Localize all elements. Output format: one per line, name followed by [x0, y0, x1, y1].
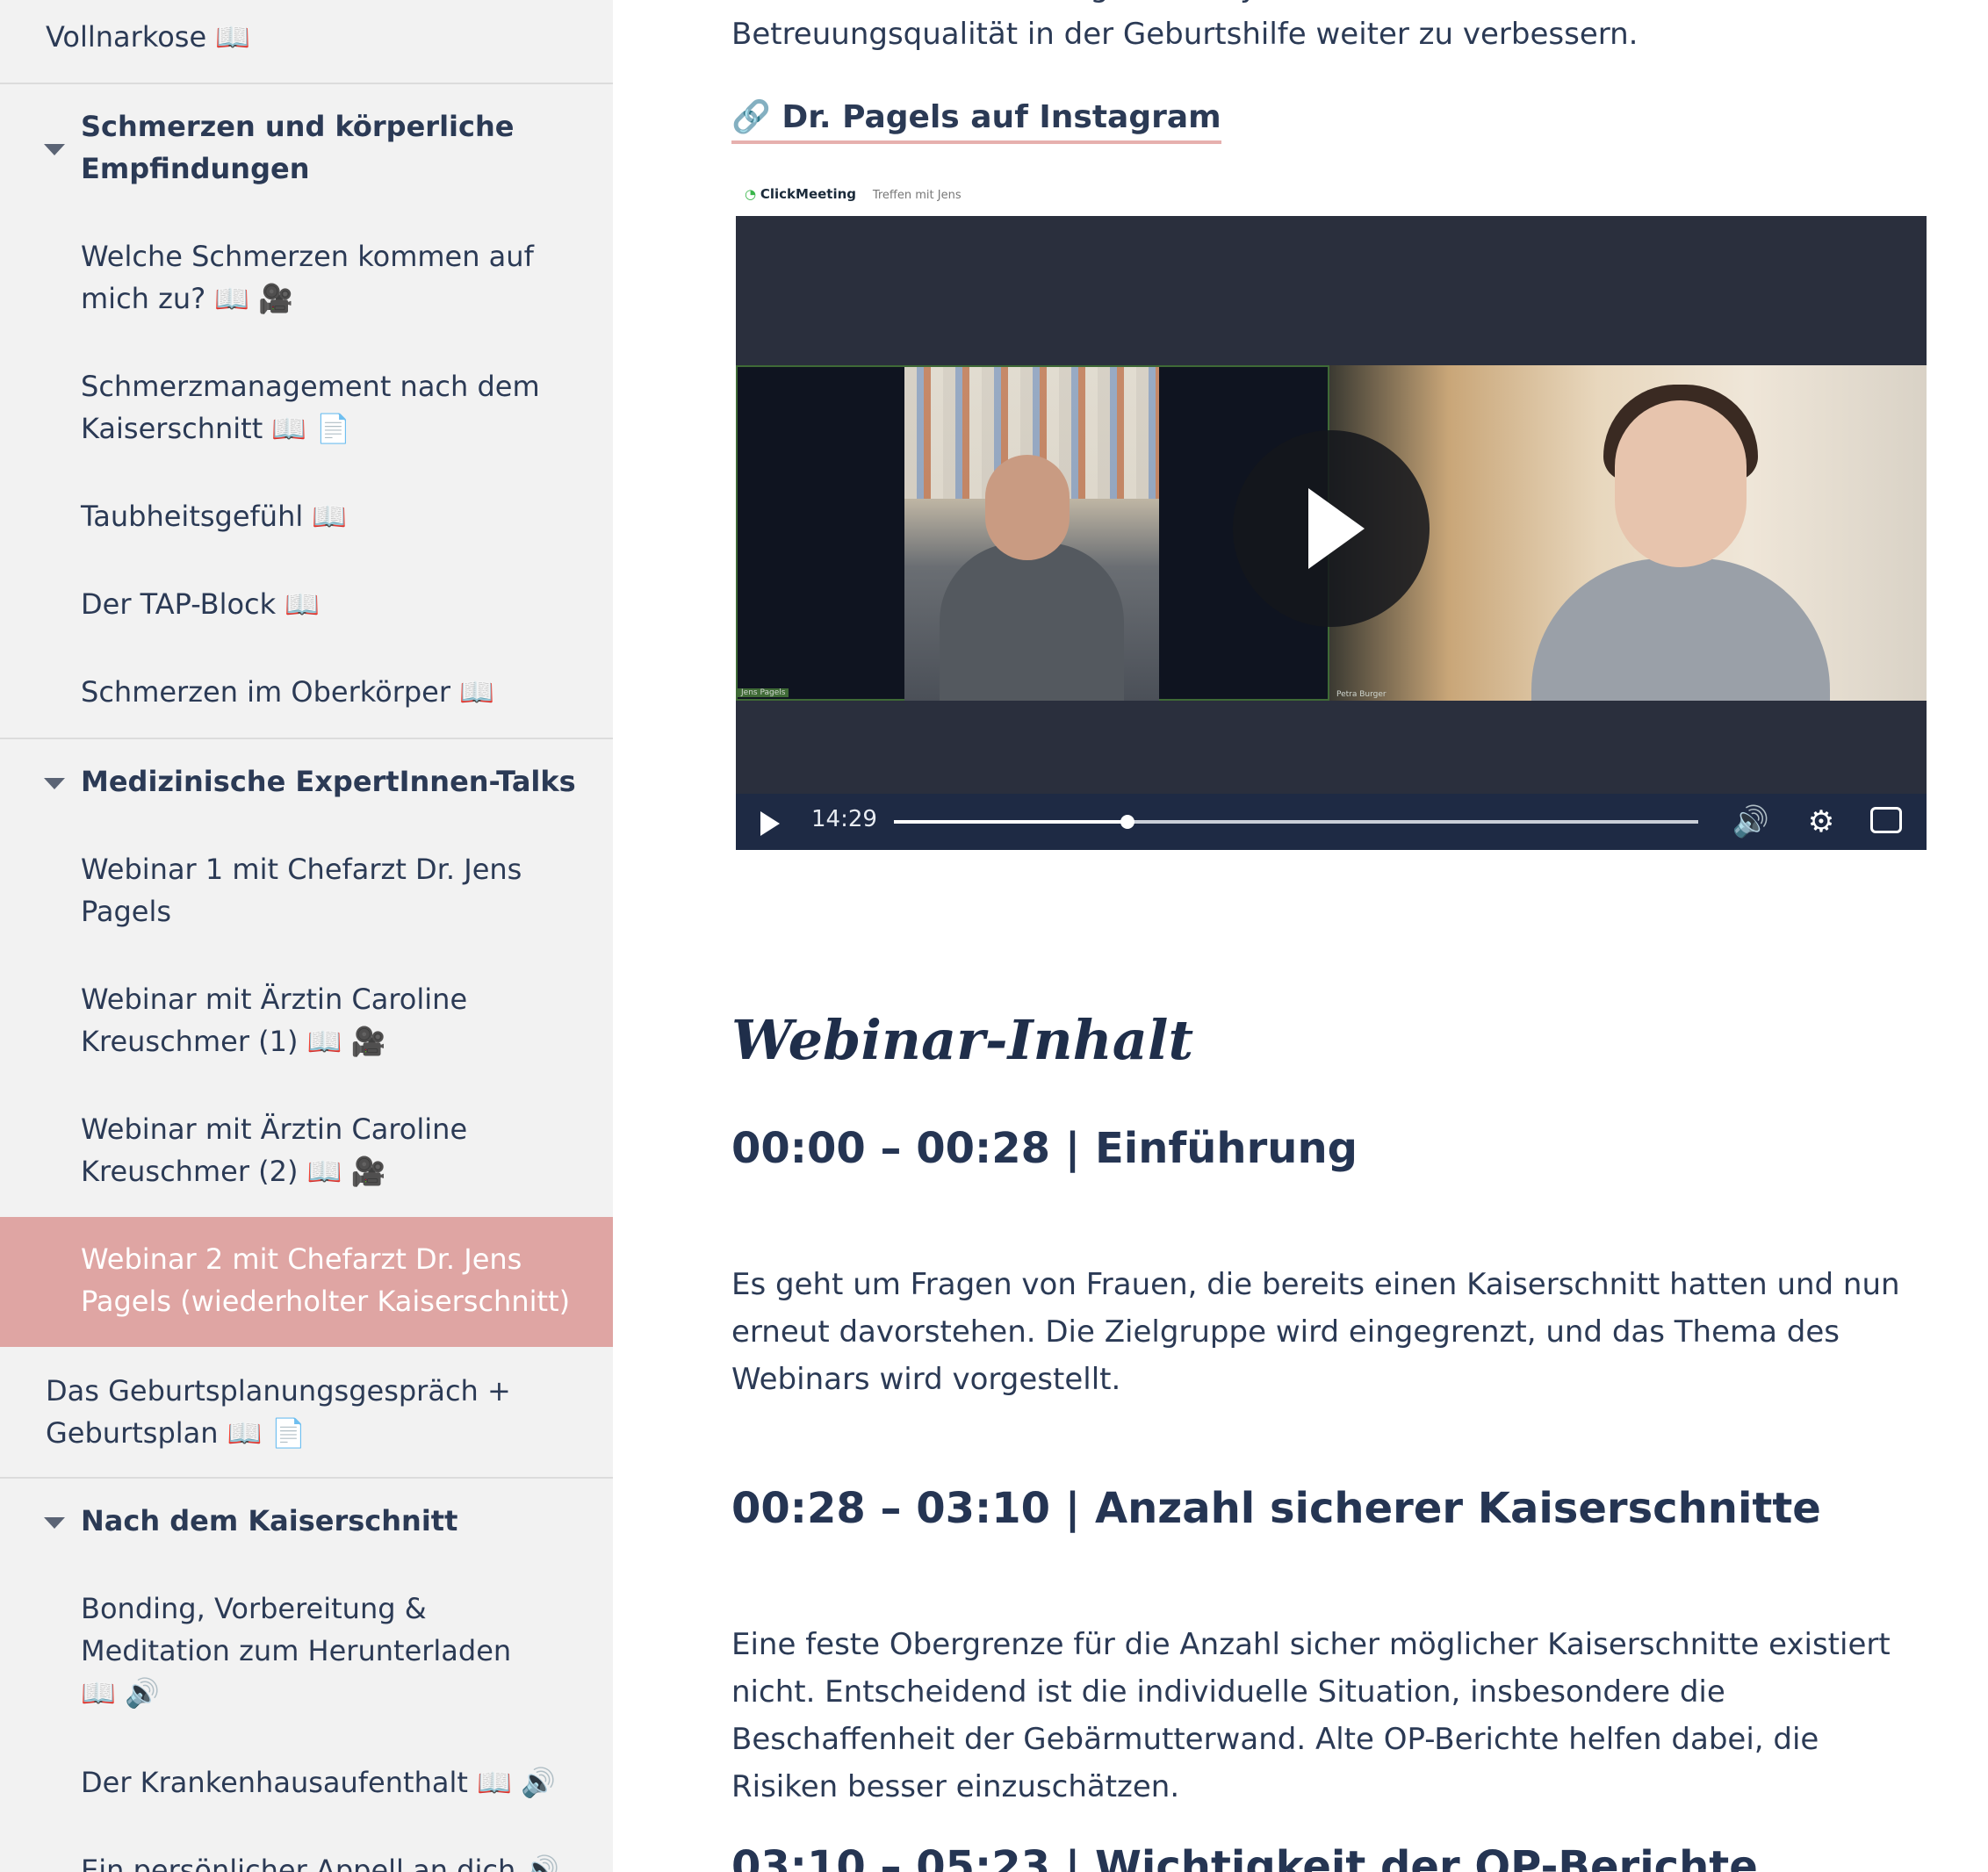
fullscreen-icon[interactable]	[1870, 807, 1902, 833]
section-heading-2: 00:28 – 03:10 | Anzahl sicherer Kaisersc…	[731, 1484, 1821, 1533]
chevron-down-icon	[44, 144, 65, 155]
sidebar-item-oberkoerper[interactable]: Schmerzen im Oberkörper 📖	[0, 671, 613, 713]
sidebar-category-pain[interactable]: Schmerzen und körperliche Empfindungen	[0, 105, 613, 190]
video-player[interactable]: ◔ ClickMeeting Treffen mit Jens Jens Pag…	[736, 176, 1927, 850]
sidebar-item-label: Der Krankenhausaufenthalt 📖 🔊	[81, 1766, 556, 1799]
sidebar-item-tap-block[interactable]: Der TAP-Block 📖	[0, 583, 613, 625]
section-heading-1: 00:00 – 00:28 | Einführung	[731, 1124, 1358, 1173]
sidebar-item-label: Welche Schmerzen kommen auf mich zu? 📖 🎥	[81, 240, 534, 315]
sidebar-item-schmerzen[interactable]: Welche Schmerzen kommen auf mich zu? 📖 🎥	[0, 235, 613, 320]
participant-image	[904, 367, 1159, 701]
progress-bar[interactable]	[894, 815, 1698, 829]
sidebar-item-label: Taubheitsgefühl 📖	[81, 500, 348, 533]
sidebar-item-bonding[interactable]: Bonding, Vorbereitung & Meditation zum H…	[0, 1588, 613, 1714]
sidebar-item-label: Webinar mit Ärztin Caroline Kreuschmer (…	[81, 1112, 468, 1188]
sidebar-item-label: Webinar 2 mit Chefarzt Dr. Jens Pagels (…	[81, 1242, 571, 1318]
sidebar-item-vollnarkose[interactable]: Vollnarkose 📖	[0, 16, 613, 58]
sidebar-item-webinar-kreuschmer-2[interactable]: Webinar mit Ärztin Caroline Kreuschmer (…	[0, 1108, 613, 1192]
sidebar-item-label: Bonding, Vorbereitung & Meditation zum H…	[81, 1592, 512, 1710]
participant-name-tag: Petra Burger	[1336, 690, 1387, 699]
sidebar-item-schmerzmanagement[interactable]: Schmerzmanagement nach dem Kaiserschnitt…	[0, 365, 613, 450]
chevron-down-icon	[44, 1517, 65, 1529]
sidebar-item-webinar-kreuschmer-1[interactable]: Webinar mit Ärztin Caroline Kreuschmer (…	[0, 978, 613, 1062]
section-heading-3: 03:10 – 05:23 | Wichtigkeit der OP-Beric…	[731, 1842, 1758, 1872]
progress-fill	[894, 820, 1127, 824]
play-icon	[1308, 488, 1365, 569]
sidebar-category-talks[interactable]: Medizinische ExpertInnen-Talks	[0, 760, 613, 803]
sidebar-category-after[interactable]: Nach dem Kaiserschnitt	[0, 1500, 613, 1542]
sidebar-item-appell[interactable]: Ein persönlicher Appell an dich 🔊	[0, 1849, 613, 1872]
sidebar-item-krankenhausaufenthalt[interactable]: Der Krankenhausaufenthalt 📖 🔊	[0, 1761, 613, 1804]
chevron-down-icon	[44, 778, 65, 789]
sidebar-divider	[0, 83, 613, 84]
participant-name-tag: Jens Pagels	[738, 688, 789, 697]
sidebar-item-label: Vollnarkose 📖	[46, 20, 251, 54]
course-sidebar: Vollnarkose 📖 Schmerzen und körperliche …	[0, 0, 613, 1872]
sidebar-item-webinar-2-active[interactable]: Webinar 2 mit Chefarzt Dr. Jens Pagels (…	[0, 1217, 613, 1347]
sidebar-item-label: Schmerzmanagement nach dem Kaiserschnitt…	[81, 370, 540, 445]
sidebar-item-geburtsplan[interactable]: Das Geburtsplanungsgespräch + Geburtspla…	[0, 1370, 613, 1454]
video-time: 14:29	[811, 806, 877, 832]
video-header: ◔ ClickMeeting Treffen mit Jens	[745, 186, 962, 202]
volume-icon[interactable]: 🔊	[1732, 803, 1770, 841]
gear-icon[interactable]: ⚙	[1802, 803, 1840, 841]
category-label: Medizinische ExpertInnen-Talks	[81, 765, 576, 798]
sidebar-item-label: Der TAP-Block 📖	[81, 587, 321, 621]
sidebar-item-label: Ein persönlicher Appell an dich 🔊	[81, 1854, 560, 1872]
clickmeeting-logo-icon: ◔	[745, 186, 757, 202]
sidebar-divider	[0, 1477, 613, 1479]
sidebar-divider	[0, 738, 613, 739]
sidebar-item-webinar-1[interactable]: Webinar 1 mit Chefarzt Dr. Jens Pagels	[0, 848, 613, 932]
sidebar-item-label: Webinar mit Ärztin Caroline Kreuschmer (…	[81, 983, 468, 1058]
category-label: Nach dem Kaiserschnitt	[81, 1504, 458, 1537]
page-section-title: Webinar-Inhalt	[731, 1008, 1194, 1072]
play-button[interactable]	[760, 811, 780, 836]
video-controls: 14:29 🔊 ⚙	[736, 794, 1927, 850]
video-brand: ClickMeeting	[760, 186, 857, 202]
intro-paragraph: Viersen die Zertifizierung als "babyfreu…	[731, 0, 1827, 52]
instagram-link[interactable]: 🔗 Dr. Pagels auf Instagram	[731, 98, 1221, 144]
section-text-1: Es geht um Fragen von Frauen, die bereit…	[731, 1267, 1900, 1397]
sidebar-item-label: Webinar 1 mit Chefarzt Dr. Jens Pagels	[81, 853, 522, 928]
sidebar-item-label: Schmerzen im Oberkörper 📖	[81, 675, 495, 709]
sidebar-item-label: Das Geburtsplanungsgespräch + Geburtspla…	[46, 1374, 511, 1450]
video-frame[interactable]: Jens Pagels Petra Burger	[736, 216, 1927, 794]
play-overlay-button[interactable]	[1233, 430, 1430, 627]
category-label: Schmerzen und körperliche Empfindungen	[81, 110, 515, 185]
section-text-2: Eine feste Obergrenze für die Anzahl sic…	[731, 1627, 1891, 1804]
progress-handle[interactable]	[1120, 815, 1134, 829]
sidebar-item-taubheitsgefuehl[interactable]: Taubheitsgefühl 📖	[0, 495, 613, 537]
meeting-name: Treffen mit Jens	[872, 189, 962, 202]
